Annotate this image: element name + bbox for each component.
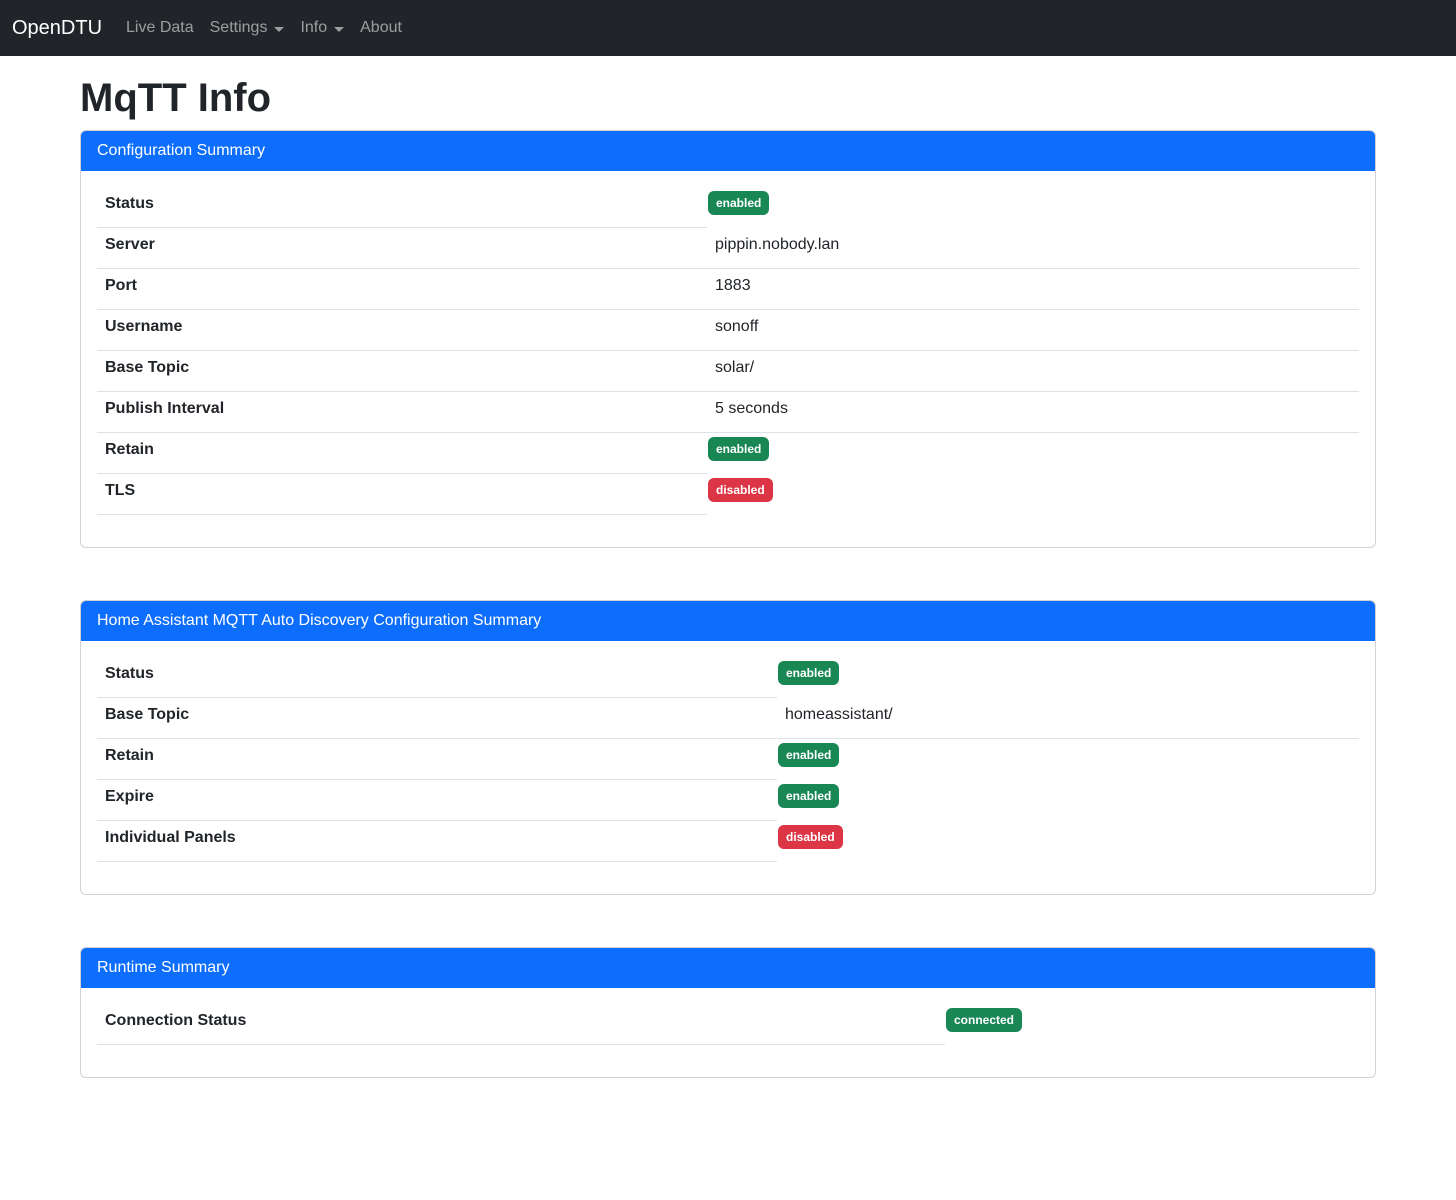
info-table: Connection Status connected bbox=[97, 1004, 1359, 1045]
status-badge: enabled bbox=[778, 784, 839, 808]
info-label: Individual Panels bbox=[97, 821, 777, 862]
info-label: Retain bbox=[97, 433, 707, 474]
row-server: Server pippin.nobody.lan bbox=[97, 228, 1359, 269]
info-value: enabled bbox=[777, 739, 1359, 780]
info-value: enabled bbox=[707, 433, 1359, 474]
info-table: Status enabled Base Topic homeassistant/… bbox=[97, 657, 1359, 862]
info-value: homeassistant/ bbox=[777, 698, 1359, 739]
row-expire: Expire enabled bbox=[97, 780, 1359, 821]
info-value: 5 seconds bbox=[707, 392, 1359, 433]
info-value: disabled bbox=[707, 474, 1359, 515]
info-label: Connection Status bbox=[97, 1004, 945, 1045]
status-badge: enabled bbox=[778, 743, 839, 767]
card-configuration-summary: Configuration Summary Status enabled Ser… bbox=[80, 130, 1376, 548]
page: OpenDTU Live Data Settings Info About Mq… bbox=[0, 0, 1456, 1200]
info-table: Status enabled Server pippin.nobody.lan … bbox=[97, 187, 1359, 515]
info-value: solar/ bbox=[707, 351, 1359, 392]
dropdown-caret-icon bbox=[334, 27, 344, 32]
navbar: OpenDTU Live Data Settings Info About bbox=[0, 0, 1456, 56]
card-body: Status enabled Server pippin.nobody.lan … bbox=[81, 171, 1375, 547]
dropdown-caret-icon bbox=[274, 27, 284, 32]
info-label: Username bbox=[97, 310, 707, 351]
info-label: Port bbox=[97, 269, 707, 310]
row-status: Status enabled bbox=[97, 187, 1359, 228]
card-runtime-summary: Runtime Summary Connection Status connec… bbox=[80, 947, 1376, 1078]
info-value: connected bbox=[945, 1004, 1359, 1045]
row-username: Username sonoff bbox=[97, 310, 1359, 351]
row-status: Status enabled bbox=[97, 657, 1359, 698]
info-label: Retain bbox=[97, 739, 777, 780]
main-content: MqTT Info Configuration Summary Status e… bbox=[80, 56, 1376, 1078]
info-label: Status bbox=[97, 657, 777, 698]
card-body: Connection Status connected bbox=[81, 988, 1375, 1077]
nav-item-label: About bbox=[360, 19, 402, 37]
card-header: Configuration Summary bbox=[81, 131, 1375, 171]
nav-item-about[interactable]: About bbox=[352, 11, 410, 45]
info-label: Publish Interval bbox=[97, 392, 707, 433]
card-ha-discovery-summary: Home Assistant MQTT Auto Discovery Confi… bbox=[80, 600, 1376, 895]
info-label: Base Topic bbox=[97, 351, 707, 392]
card-header: Home Assistant MQTT Auto Discovery Confi… bbox=[81, 601, 1375, 641]
row-base-topic: Base Topic solar/ bbox=[97, 351, 1359, 392]
card-body: Status enabled Base Topic homeassistant/… bbox=[81, 641, 1375, 894]
row-base-topic: Base Topic homeassistant/ bbox=[97, 698, 1359, 739]
info-label: Status bbox=[97, 187, 707, 228]
row-retain: Retain enabled bbox=[97, 433, 1359, 474]
row-port: Port 1883 bbox=[97, 269, 1359, 310]
info-value: enabled bbox=[777, 657, 1359, 698]
page-title: MqTT Info bbox=[80, 74, 1376, 122]
info-value: enabled bbox=[707, 187, 1359, 228]
card-header: Runtime Summary bbox=[81, 948, 1375, 988]
info-value: 1883 bbox=[707, 269, 1359, 310]
info-label: TLS bbox=[97, 474, 707, 515]
row-publish-interval: Publish Interval 5 seconds bbox=[97, 392, 1359, 433]
row-connection-status: Connection Status connected bbox=[97, 1004, 1359, 1045]
status-badge: connected bbox=[946, 1008, 1022, 1032]
nav-item-live-data[interactable]: Live Data bbox=[118, 11, 202, 45]
info-label: Base Topic bbox=[97, 698, 777, 739]
nav-item-label: Live Data bbox=[126, 19, 194, 37]
info-value: enabled bbox=[777, 780, 1359, 821]
status-badge: enabled bbox=[778, 661, 839, 685]
row-tls: TLS disabled bbox=[97, 474, 1359, 515]
info-label: Expire bbox=[97, 780, 777, 821]
status-badge: disabled bbox=[778, 825, 843, 849]
navbar-menu: Live Data Settings Info About bbox=[118, 11, 410, 45]
status-badge: disabled bbox=[708, 478, 773, 502]
info-value: pippin.nobody.lan bbox=[707, 228, 1359, 269]
row-retain: Retain enabled bbox=[97, 739, 1359, 780]
status-badge: enabled bbox=[708, 191, 769, 215]
status-badge: enabled bbox=[708, 437, 769, 461]
info-value: sonoff bbox=[707, 310, 1359, 351]
row-individual-panels: Individual Panels disabled bbox=[97, 821, 1359, 862]
nav-item-info[interactable]: Info bbox=[292, 11, 352, 45]
nav-item-label: Settings bbox=[210, 19, 268, 37]
info-value: disabled bbox=[777, 821, 1359, 862]
nav-item-settings[interactable]: Settings bbox=[202, 11, 293, 45]
info-label: Server bbox=[97, 228, 707, 269]
nav-item-label: Info bbox=[300, 19, 327, 37]
navbar-brand[interactable]: OpenDTU bbox=[12, 17, 102, 40]
